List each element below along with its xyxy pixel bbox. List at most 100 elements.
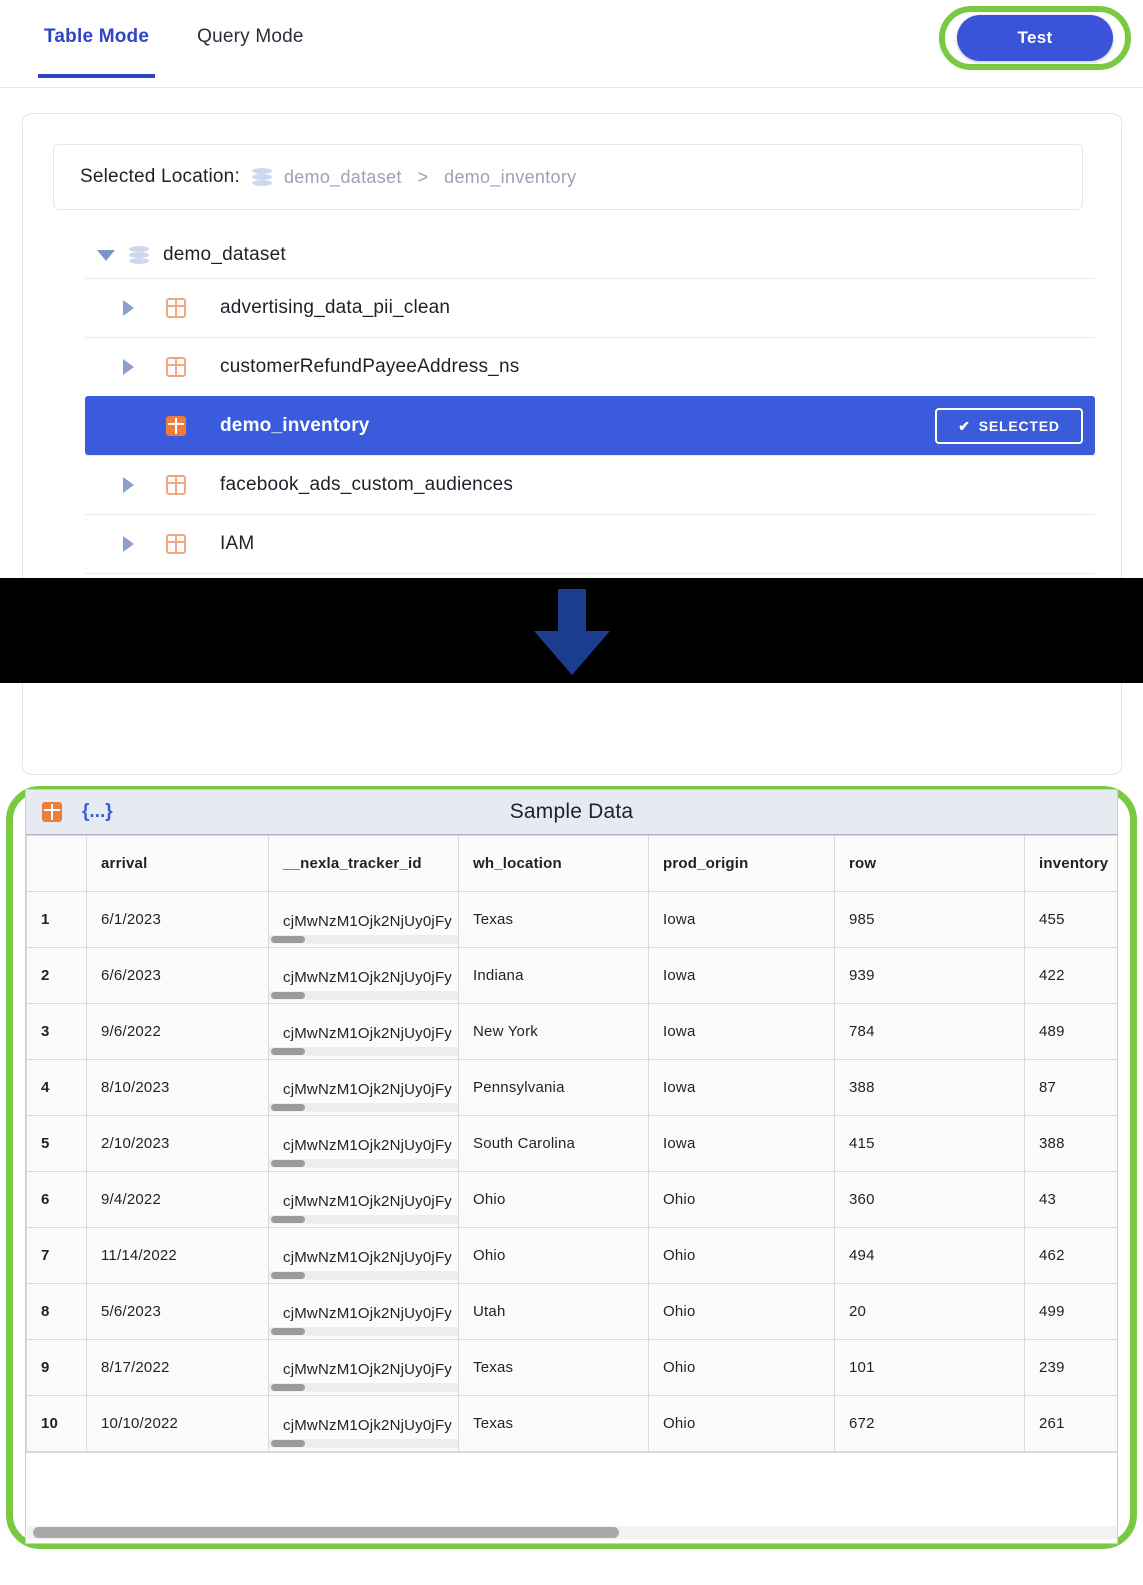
cell-row: 672 <box>834 1395 1025 1452</box>
column-header-index[interactable] <box>26 835 87 892</box>
chevron-right-icon[interactable] <box>123 359 134 375</box>
tree-item-customer-refund-payee-address-ns[interactable]: customerRefundPayeeAddress_ns <box>85 337 1095 396</box>
tree-item-iam[interactable]: IAM <box>85 514 1095 573</box>
cell-tracker-text: cjMwNzM1Ojk2NjUy0jFy <box>283 1417 453 1434</box>
selected-badge-label: SELECTED <box>978 418 1060 434</box>
cell-arrival: 8/17/2022 <box>86 1339 269 1396</box>
cell-prod-origin: Ohio <box>648 1227 835 1284</box>
cell-scrollbar[interactable] <box>269 991 458 1000</box>
cell-tracker-text: cjMwNzM1Ojk2NjUy0jFy <box>283 1249 453 1266</box>
tab-table-mode[interactable]: Table Mode <box>38 22 156 78</box>
column-header-prod-origin[interactable]: prod_origin <box>648 835 835 892</box>
cell-nexla-tracker-id: cjMwNzM1Ojk2NjUy0jFy <box>268 891 459 948</box>
tree-item-label: customerRefundPayeeAddress_ns <box>220 356 520 377</box>
cell-row-index: 6 <box>26 1171 87 1228</box>
cell-nexla-tracker-id: cjMwNzM1Ojk2NjUy0jFy <box>268 1283 459 1340</box>
tree-root-label: demo_dataset <box>163 244 286 265</box>
cell-nexla-tracker-id: cjMwNzM1Ojk2NjUy0jFy <box>268 947 459 1004</box>
cell-row: 494 <box>834 1227 1025 1284</box>
cell-row-index: 7 <box>26 1227 87 1284</box>
cell-arrival: 8/10/2023 <box>86 1059 269 1116</box>
check-icon: ✔ <box>958 417 971 434</box>
cell-scrollbar[interactable] <box>269 1327 458 1336</box>
test-button[interactable]: Test <box>957 15 1113 61</box>
chevron-right-icon[interactable] <box>123 477 134 493</box>
tree-item-demo-inventory[interactable]: demo_inventory ✔ SELECTED <box>85 396 1095 455</box>
cell-scrollbar-thumb[interactable] <box>271 1384 305 1391</box>
table-row[interactable]: 1 6/1/2023 cjMwNzM1Ojk2NjUy0jFy Texas Iowa 98… <box>26 891 1117 948</box>
table-row[interactable]: 5 2/10/2023 cjMwNzM1Ojk2NjUy0jFy South Caro… <box>26 1115 1117 1172</box>
cell-tracker-text: cjMwNzM1Ojk2NjUy0jFy <box>283 1025 453 1042</box>
chevron-down-icon[interactable] <box>97 249 115 261</box>
cell-inventory: 462 <box>1024 1227 1117 1284</box>
cell-prod-origin: Iowa <box>648 1115 835 1172</box>
cell-row: 360 <box>834 1171 1025 1228</box>
cell-scrollbar[interactable] <box>269 1383 458 1392</box>
json-view-toggle[interactable]: {...} <box>82 801 113 823</box>
breadcrumb-dataset[interactable]: demo_dataset <box>284 167 402 188</box>
cell-scrollbar[interactable] <box>269 1159 458 1168</box>
table-view-toggle[interactable] <box>42 802 62 822</box>
cell-wh-location: Texas <box>458 1395 649 1452</box>
cell-scrollbar[interactable] <box>269 1439 458 1448</box>
cell-scrollbar[interactable] <box>269 1215 458 1224</box>
cell-arrival: 11/14/2022 <box>86 1227 269 1284</box>
cell-inventory: 239 <box>1024 1339 1117 1396</box>
table-body: 1 6/1/2023 cjMwNzM1Ojk2NjUy0jFy Texas Iowa 98… <box>26 891 1117 1452</box>
cell-nexla-tracker-id: cjMwNzM1Ojk2NjUy0jFy <box>268 1115 459 1172</box>
cell-scrollbar[interactable] <box>269 1271 458 1280</box>
table-icon <box>166 475 186 495</box>
selected-badge[interactable]: ✔ SELECTED <box>935 408 1083 444</box>
cell-prod-origin: Iowa <box>648 891 835 948</box>
table-row[interactable]: 3 9/6/2022 cjMwNzM1Ojk2NjUy0jFy New York Iow… <box>26 1003 1117 1060</box>
chevron-right-icon[interactable] <box>123 536 134 552</box>
column-header-arrival[interactable]: arrival <box>86 835 269 892</box>
cell-scrollbar-thumb[interactable] <box>271 992 305 999</box>
cell-scrollbar-thumb[interactable] <box>271 1160 305 1167</box>
column-header-wh-location[interactable]: wh_location <box>458 835 649 892</box>
cell-scrollbar-thumb[interactable] <box>271 1440 305 1447</box>
tab-query-mode[interactable]: Query Mode <box>191 22 310 78</box>
tree-item-label: IAM <box>220 533 255 554</box>
cell-wh-location: New York <box>458 1003 649 1060</box>
cell-wh-location: Texas <box>458 1339 649 1396</box>
cell-inventory: 261 <box>1024 1395 1117 1452</box>
cell-scrollbar-thumb[interactable] <box>271 936 305 943</box>
cell-scrollbar-thumb[interactable] <box>271 1328 305 1335</box>
column-header-row[interactable]: row <box>834 835 1025 892</box>
cell-row: 985 <box>834 891 1025 948</box>
table-row[interactable]: 7 11/14/2022 cjMwNzM1Ojk2NjUy0jFy Ohio Ohio 4… <box>26 1227 1117 1284</box>
cell-nexla-tracker-id: cjMwNzM1Ojk2NjUy0jFy <box>268 1059 459 1116</box>
table-row[interactable]: 2 6/6/2023 cjMwNzM1Ojk2NjUy0jFy Indiana Iowa… <box>26 947 1117 1004</box>
tree-item-label: facebook_ads_custom_audiences <box>220 474 514 495</box>
cell-nexla-tracker-id: cjMwNzM1Ojk2NjUy0jFy <box>268 1395 459 1452</box>
cell-arrival: 6/6/2023 <box>86 947 269 1004</box>
cell-scrollbar-thumb[interactable] <box>271 1216 305 1223</box>
cell-scrollbar-thumb[interactable] <box>271 1272 305 1279</box>
cell-inventory: 388 <box>1024 1115 1117 1172</box>
table-horizontal-scrollbar-thumb[interactable] <box>33 1527 619 1538</box>
cell-scrollbar[interactable] <box>269 1047 458 1056</box>
column-header-nexla-tracker-id[interactable]: __nexla_tracker_id <box>268 835 459 892</box>
table-icon <box>166 298 186 318</box>
table-row[interactable]: 10 10/10/2022 cjMwNzM1Ojk2NjUy0jFy Texas Ohi… <box>26 1395 1117 1452</box>
chevron-right-icon[interactable] <box>123 300 134 316</box>
table-row[interactable]: 6 9/4/2022 cjMwNzM1Ojk2NjUy0jFy Ohio Ohio 360… <box>26 1171 1117 1228</box>
cell-wh-location: Utah <box>458 1283 649 1340</box>
column-header-inventory[interactable]: inventory <box>1024 835 1117 892</box>
sample-data-header: {...} Sample Data <box>26 790 1117 835</box>
table-row[interactable]: 9 8/17/2022 cjMwNzM1Ojk2NjUy0jFy Texas Ohio 1… <box>26 1339 1117 1396</box>
cell-scrollbar[interactable] <box>269 935 458 944</box>
cell-scrollbar-thumb[interactable] <box>271 1104 305 1111</box>
sample-data-table: arrival __nexla_tracker_id wh_location p… <box>26 835 1117 1452</box>
breadcrumb-table[interactable]: demo_inventory <box>444 167 576 188</box>
cell-scrollbar[interactable] <box>269 1103 458 1112</box>
tree-root-demo-dataset[interactable]: demo_dataset <box>85 232 1095 278</box>
tree-item-facebook-ads-custom-audiences[interactable]: facebook_ads_custom_audiences <box>85 455 1095 514</box>
tree-item-advertising-data-pii-clean[interactable]: advertising_data_pii_clean <box>85 278 1095 337</box>
table-row[interactable]: 4 8/10/2023 cjMwNzM1Ojk2NjUy0jFy Pennsylvan… <box>26 1059 1117 1116</box>
cell-prod-origin: Ohio <box>648 1339 835 1396</box>
table-row[interactable]: 8 5/6/2023 cjMwNzM1Ojk2NjUy0jFy Utah Ohio 20 4… <box>26 1283 1117 1340</box>
cell-scrollbar-thumb[interactable] <box>271 1048 305 1055</box>
table-horizontal-scrollbar[interactable] <box>27 1526 1117 1539</box>
